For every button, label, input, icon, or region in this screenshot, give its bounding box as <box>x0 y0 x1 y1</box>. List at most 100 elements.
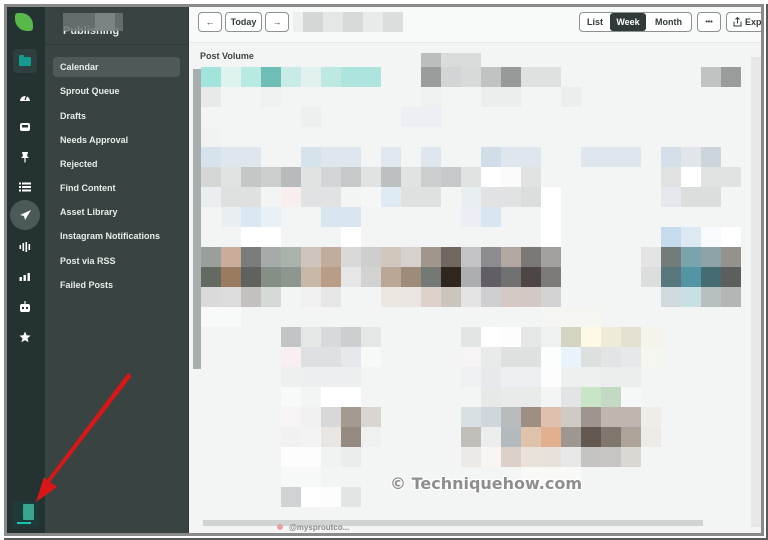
redacted-pixel <box>481 67 501 87</box>
sidebar-item-instagram-notifications[interactable]: Instagram Notifications <box>53 226 180 246</box>
sprout-logo-icon[interactable] <box>15 13 33 31</box>
listening-icon[interactable] <box>13 235 37 259</box>
sidebar-item-failed-posts[interactable]: Failed Posts <box>53 275 180 295</box>
next-week-button[interactable]: → <box>265 12 289 32</box>
redacted-pixel <box>201 187 221 207</box>
redacted-pixel <box>401 247 421 267</box>
redacted-pixel <box>221 287 241 307</box>
redacted-pixel <box>581 367 601 387</box>
redacted-pixel <box>701 287 721 307</box>
sidebar-item-needs-approval[interactable]: Needs Approval <box>53 130 180 150</box>
redacted-block <box>293 12 303 32</box>
redacted-pixel <box>361 67 381 87</box>
sidebar-item-sprout-queue[interactable]: Sprout Queue <box>53 81 180 101</box>
redacted-pixel <box>601 347 621 367</box>
redacted-pixel <box>721 167 741 187</box>
redacted-pixel <box>541 67 561 87</box>
redacted-pixel <box>581 347 601 367</box>
redacted-pixel <box>521 187 541 207</box>
redacted-pixel <box>641 407 661 427</box>
today-button[interactable]: Today <box>225 12 262 32</box>
redacted-pixel <box>681 187 701 207</box>
redacted-pixel <box>301 367 321 387</box>
redacted-pixel <box>301 427 321 447</box>
redacted-block <box>343 12 363 32</box>
redacted-pixel <box>581 307 601 327</box>
redacted-pixel <box>281 407 301 427</box>
redacted-pixel <box>241 147 261 167</box>
calendar-right-edge <box>751 57 761 527</box>
redacted-pixel <box>241 67 261 87</box>
redacted-pixel <box>561 87 581 107</box>
redacted-pixel <box>501 267 521 287</box>
redacted-pixel <box>521 327 541 347</box>
share-icon <box>733 17 742 27</box>
redacted-pixel <box>421 67 441 87</box>
redacted-pixel <box>481 407 501 427</box>
sidebar-item-calendar[interactable]: Calendar <box>53 57 180 77</box>
redacted-pixel <box>481 367 501 387</box>
redacted-pixel <box>341 167 361 187</box>
app-switcher-icon[interactable] <box>13 501 39 527</box>
redacted-pixel <box>461 367 481 387</box>
redacted-pixel <box>321 427 341 447</box>
view-list-button[interactable]: List <box>580 13 610 31</box>
export-button[interactable]: Exp <box>726 12 761 32</box>
redacted-pixel <box>281 447 301 467</box>
redacted-pixel <box>521 447 541 467</box>
redacted-pixel <box>281 247 301 267</box>
sidebar-item-asset-library[interactable]: Asset Library <box>53 202 180 222</box>
reports-icon[interactable] <box>13 265 37 289</box>
redacted-pixel <box>601 327 621 347</box>
redacted-pixel <box>241 267 261 287</box>
redacted-pixel <box>541 327 561 347</box>
redacted-pixel <box>341 407 361 427</box>
list-icon[interactable] <box>13 175 37 199</box>
redacted-pixel <box>341 347 361 367</box>
redacted-pixel <box>241 187 261 207</box>
pin-icon[interactable] <box>13 145 37 169</box>
vertical-scrollbar[interactable] <box>193 69 201 369</box>
redacted-pixel <box>681 167 701 187</box>
redacted-pixel <box>481 327 501 347</box>
redacted-pixel <box>301 467 321 487</box>
star-icon[interactable] <box>13 325 37 349</box>
redacted-pixel <box>461 347 481 367</box>
redacted-pixel <box>381 267 401 287</box>
view-month-button[interactable]: Month <box>646 13 691 31</box>
redacted-pixel <box>281 487 301 507</box>
redacted-pixel <box>221 307 241 327</box>
bot-icon[interactable] <box>13 295 37 319</box>
redacted-pixel <box>701 247 721 267</box>
dashboard-icon[interactable] <box>13 85 37 109</box>
redacted-pixel <box>301 167 321 187</box>
send-icon[interactable] <box>10 200 40 230</box>
sidebar-item-rejected[interactable]: Rejected <box>53 154 180 174</box>
redacted-pixel <box>321 287 341 307</box>
redacted-pixel <box>461 247 481 267</box>
redacted-pixel <box>461 207 481 227</box>
sidebar-item-find-content[interactable]: Find Content <box>53 178 180 198</box>
redacted-pixel <box>541 247 561 267</box>
redacted-block <box>383 12 403 32</box>
more-options-button[interactable]: ••• <box>697 12 721 32</box>
redacted-pixel <box>541 227 561 247</box>
redacted-pixel <box>341 327 361 347</box>
redacted-pixel <box>501 167 521 187</box>
sidebar-item-post-via-rss[interactable]: Post via RSS <box>53 251 180 271</box>
redacted-pixel <box>461 407 481 427</box>
sidebar-item-drafts[interactable]: Drafts <box>53 106 180 126</box>
more-icon: ••• <box>705 18 713 26</box>
inbox-icon[interactable] <box>13 115 37 139</box>
previous-week-button[interactable]: ← <box>198 12 222 32</box>
redacted-pixel <box>421 267 441 287</box>
redacted-pixel <box>361 187 381 207</box>
redacted-pixel <box>521 247 541 267</box>
view-week-button[interactable]: Week <box>610 13 646 31</box>
redacted-pixel <box>281 327 301 347</box>
sidebar-header: Publishing <box>45 7 188 45</box>
redacted-pixel <box>241 227 261 247</box>
redacted-pixel <box>361 407 381 427</box>
redacted-pixel <box>481 427 501 447</box>
folder-icon[interactable] <box>13 49 37 73</box>
